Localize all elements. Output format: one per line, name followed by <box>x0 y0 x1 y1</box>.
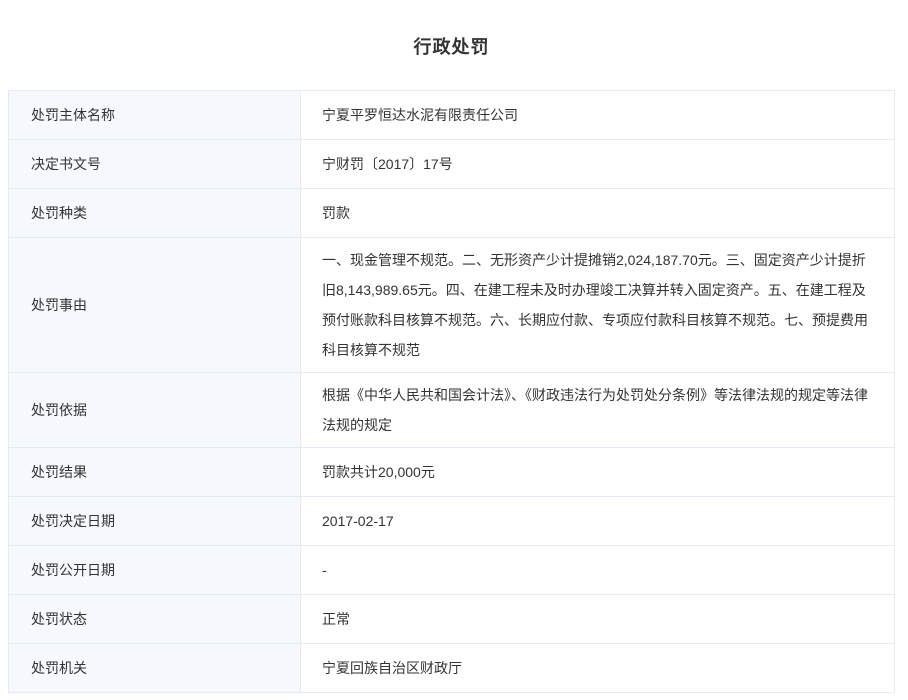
row-value: - <box>301 546 895 595</box>
row-label: 决定书文号 <box>9 140 301 189</box>
row-label: 处罚事由 <box>9 238 301 373</box>
row-label: 处罚结果 <box>9 448 301 497</box>
row-label: 处罚种类 <box>9 189 301 238</box>
table-row: 处罚决定日期 2017-02-17 <box>9 497 895 546</box>
row-value: 宁财罚〔2017〕17号 <box>301 140 895 189</box>
table-row: 处罚依据 根据《中华人民共和国会计法》、《财政违法行为处罚处分条例》等法律法规的… <box>9 373 895 448</box>
row-value: 2017-02-17 <box>301 497 895 546</box>
row-label: 处罚决定日期 <box>9 497 301 546</box>
table-row: 处罚公开日期 - <box>9 546 895 595</box>
row-value: 罚款共计20,000元 <box>301 448 895 497</box>
row-label: 处罚状态 <box>9 595 301 644</box>
row-value: 正常 <box>301 595 895 644</box>
row-value: 罚款 <box>301 189 895 238</box>
penalty-content: 行政处罚 处罚主体名称 宁夏平罗恒达水泥有限责任公司 决定书文号 宁财罚〔201… <box>8 0 895 693</box>
table-row: 处罚机关 宁夏回族自治区财政厅 <box>9 644 895 693</box>
row-value: 宁夏回族自治区财政厅 <box>301 644 895 693</box>
table-row: 处罚结果 罚款共计20,000元 <box>9 448 895 497</box>
row-value: 一、现金管理不规范。二、无形资产少计提摊销2,024,187.70元。三、固定资… <box>301 238 895 373</box>
penalty-table: 处罚主体名称 宁夏平罗恒达水泥有限责任公司 决定书文号 宁财罚〔2017〕17号… <box>8 90 895 693</box>
table-row: 处罚状态 正常 <box>9 595 895 644</box>
row-label: 处罚机关 <box>9 644 301 693</box>
row-value: 宁夏平罗恒达水泥有限责任公司 <box>301 91 895 140</box>
row-label: 处罚主体名称 <box>9 91 301 140</box>
row-label: 处罚依据 <box>9 373 301 448</box>
table-row: 处罚事由 一、现金管理不规范。二、无形资产少计提摊销2,024,187.70元。… <box>9 238 895 373</box>
table-row: 处罚种类 罚款 <box>9 189 895 238</box>
page-title: 行政处罚 <box>8 0 895 59</box>
table-row: 处罚主体名称 宁夏平罗恒达水泥有限责任公司 <box>9 91 895 140</box>
row-value: 根据《中华人民共和国会计法》、《财政违法行为处罚处分条例》等法律法规的规定等法律… <box>301 373 895 448</box>
row-label: 处罚公开日期 <box>9 546 301 595</box>
table-row: 决定书文号 宁财罚〔2017〕17号 <box>9 140 895 189</box>
